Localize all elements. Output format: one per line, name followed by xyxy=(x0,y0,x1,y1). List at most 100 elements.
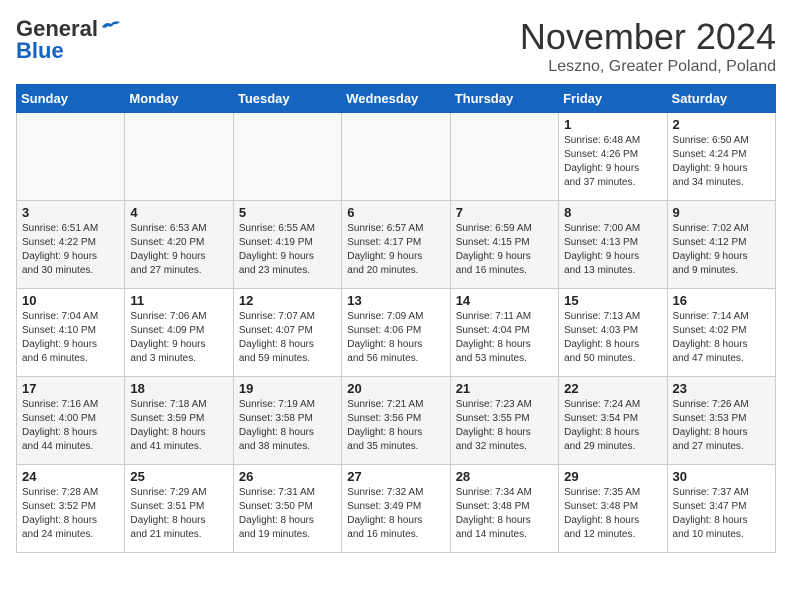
day-number: 3 xyxy=(22,205,119,220)
day-info: Sunrise: 7:11 AM Sunset: 4:04 PM Dayligh… xyxy=(456,310,553,366)
day-number: 21 xyxy=(456,381,553,396)
logo-bird-icon xyxy=(100,19,122,35)
calendar-week-row: 3 Sunrise: 6:51 AM Sunset: 4:22 PM Daylig… xyxy=(17,201,776,289)
weekday-header-row: SundayMondayTuesdayWednesdayThursdayFrid… xyxy=(17,85,776,113)
logo-blue: Blue xyxy=(16,38,64,64)
day-info: Sunrise: 7:31 AM Sunset: 3:50 PM Dayligh… xyxy=(239,486,336,542)
day-number: 19 xyxy=(239,381,336,396)
day-info: Sunrise: 6:48 AM Sunset: 4:26 PM Dayligh… xyxy=(564,134,661,190)
day-info: Sunrise: 7:16 AM Sunset: 4:00 PM Dayligh… xyxy=(22,398,119,454)
day-number: 27 xyxy=(347,469,444,484)
calendar-day-cell: 5 Sunrise: 6:55 AM Sunset: 4:19 PM Daylig… xyxy=(233,201,341,289)
day-info: Sunrise: 7:35 AM Sunset: 3:48 PM Dayligh… xyxy=(564,486,661,542)
calendar-day-cell: 29 Sunrise: 7:35 AM Sunset: 3:48 PM Dayli… xyxy=(559,465,667,553)
calendar-day-cell: 16 Sunrise: 7:14 AM Sunset: 4:02 PM Dayli… xyxy=(667,289,775,377)
day-info: Sunrise: 7:24 AM Sunset: 3:54 PM Dayligh… xyxy=(564,398,661,454)
calendar-day-cell: 18 Sunrise: 7:18 AM Sunset: 3:59 PM Dayli… xyxy=(125,377,233,465)
calendar-day-cell xyxy=(17,113,125,201)
calendar-day-cell: 24Sunrise: 7:28 AM Sunset: 3:52 PM Dayli… xyxy=(17,465,125,553)
calendar-day-cell: 25 Sunrise: 7:29 AM Sunset: 3:51 PM Dayli… xyxy=(125,465,233,553)
calendar-day-cell: 4 Sunrise: 6:53 AM Sunset: 4:20 PM Daylig… xyxy=(125,201,233,289)
day-info: Sunrise: 6:55 AM Sunset: 4:19 PM Dayligh… xyxy=(239,222,336,278)
calendar-day-cell: 3 Sunrise: 6:51 AM Sunset: 4:22 PM Daylig… xyxy=(17,201,125,289)
day-number: 25 xyxy=(130,469,227,484)
calendar-day-cell xyxy=(342,113,450,201)
day-number: 10 xyxy=(22,293,119,308)
day-info: Sunrise: 7:13 AM Sunset: 4:03 PM Dayligh… xyxy=(564,310,661,366)
day-number: 26 xyxy=(239,469,336,484)
weekday-header-sunday: Sunday xyxy=(17,85,125,113)
day-info: Sunrise: 7:09 AM Sunset: 4:06 PM Dayligh… xyxy=(347,310,444,366)
title-area: November 2024 Leszno, Greater Poland, Po… xyxy=(520,16,776,76)
day-number: 6 xyxy=(347,205,444,220)
location-title: Leszno, Greater Poland, Poland xyxy=(520,58,776,76)
day-info: Sunrise: 7:29 AM Sunset: 3:51 PM Dayligh… xyxy=(130,486,227,542)
day-number: 29 xyxy=(564,469,661,484)
calendar-day-cell: 30Sunrise: 7:37 AM Sunset: 3:47 PM Dayli… xyxy=(667,465,775,553)
day-number: 22 xyxy=(564,381,661,396)
calendar-week-row: 10 Sunrise: 7:04 AM Sunset: 4:10 PM Dayli… xyxy=(17,289,776,377)
day-info: Sunrise: 7:28 AM Sunset: 3:52 PM Dayligh… xyxy=(22,486,119,542)
calendar-day-cell: 8 Sunrise: 7:00 AM Sunset: 4:13 PM Daylig… xyxy=(559,201,667,289)
weekday-header-saturday: Saturday xyxy=(667,85,775,113)
day-info: Sunrise: 7:34 AM Sunset: 3:48 PM Dayligh… xyxy=(456,486,553,542)
day-number: 1 xyxy=(564,117,661,132)
calendar-day-cell: 26 Sunrise: 7:31 AM Sunset: 3:50 PM Dayli… xyxy=(233,465,341,553)
day-number: 9 xyxy=(673,205,770,220)
calendar-week-row: 17 Sunrise: 7:16 AM Sunset: 4:00 PM Dayli… xyxy=(17,377,776,465)
month-title: November 2024 xyxy=(520,16,776,58)
calendar-day-cell: 22 Sunrise: 7:24 AM Sunset: 3:54 PM Dayli… xyxy=(559,377,667,465)
day-info: Sunrise: 7:26 AM Sunset: 3:53 PM Dayligh… xyxy=(673,398,770,454)
header: General Blue November 2024 Leszno, Great… xyxy=(16,16,776,76)
day-info: Sunrise: 6:50 AM Sunset: 4:24 PM Dayligh… xyxy=(673,134,770,190)
day-info: Sunrise: 6:57 AM Sunset: 4:17 PM Dayligh… xyxy=(347,222,444,278)
calendar-day-cell xyxy=(233,113,341,201)
calendar-day-cell: 20 Sunrise: 7:21 AM Sunset: 3:56 PM Dayli… xyxy=(342,377,450,465)
day-number: 11 xyxy=(130,293,227,308)
day-info: Sunrise: 7:00 AM Sunset: 4:13 PM Dayligh… xyxy=(564,222,661,278)
calendar-day-cell xyxy=(125,113,233,201)
calendar-week-row: 24Sunrise: 7:28 AM Sunset: 3:52 PM Dayli… xyxy=(17,465,776,553)
day-info: Sunrise: 7:04 AM Sunset: 4:10 PM Dayligh… xyxy=(22,310,119,366)
day-number: 20 xyxy=(347,381,444,396)
day-number: 14 xyxy=(456,293,553,308)
calendar-table: SundayMondayTuesdayWednesdayThursdayFrid… xyxy=(16,84,776,553)
calendar-day-cell: 15Sunrise: 7:13 AM Sunset: 4:03 PM Dayli… xyxy=(559,289,667,377)
day-number: 18 xyxy=(130,381,227,396)
calendar-day-cell: 11 Sunrise: 7:06 AM Sunset: 4:09 PM Dayli… xyxy=(125,289,233,377)
day-info: Sunrise: 7:18 AM Sunset: 3:59 PM Dayligh… xyxy=(130,398,227,454)
weekday-header-wednesday: Wednesday xyxy=(342,85,450,113)
calendar-day-cell xyxy=(450,113,558,201)
day-info: Sunrise: 7:02 AM Sunset: 4:12 PM Dayligh… xyxy=(673,222,770,278)
day-info: Sunrise: 7:23 AM Sunset: 3:55 PM Dayligh… xyxy=(456,398,553,454)
weekday-header-friday: Friday xyxy=(559,85,667,113)
day-info: Sunrise: 7:07 AM Sunset: 4:07 PM Dayligh… xyxy=(239,310,336,366)
day-info: Sunrise: 6:53 AM Sunset: 4:20 PM Dayligh… xyxy=(130,222,227,278)
day-info: Sunrise: 7:14 AM Sunset: 4:02 PM Dayligh… xyxy=(673,310,770,366)
day-number: 23 xyxy=(673,381,770,396)
calendar-day-cell: 23 Sunrise: 7:26 AM Sunset: 3:53 PM Dayli… xyxy=(667,377,775,465)
day-number: 7 xyxy=(456,205,553,220)
calendar-day-cell: 19Sunrise: 7:19 AM Sunset: 3:58 PM Dayli… xyxy=(233,377,341,465)
day-info: Sunrise: 7:32 AM Sunset: 3:49 PM Dayligh… xyxy=(347,486,444,542)
calendar-day-cell: 1 Sunrise: 6:48 AM Sunset: 4:26 PM Daylig… xyxy=(559,113,667,201)
day-info: Sunrise: 7:21 AM Sunset: 3:56 PM Dayligh… xyxy=(347,398,444,454)
day-number: 30 xyxy=(673,469,770,484)
day-number: 16 xyxy=(673,293,770,308)
day-info: Sunrise: 7:06 AM Sunset: 4:09 PM Dayligh… xyxy=(130,310,227,366)
day-info: Sunrise: 6:51 AM Sunset: 4:22 PM Dayligh… xyxy=(22,222,119,278)
day-number: 8 xyxy=(564,205,661,220)
weekday-header-tuesday: Tuesday xyxy=(233,85,341,113)
day-number: 4 xyxy=(130,205,227,220)
calendar-day-cell: 14 Sunrise: 7:11 AM Sunset: 4:04 PM Dayli… xyxy=(450,289,558,377)
weekday-header-thursday: Thursday xyxy=(450,85,558,113)
calendar-day-cell: 27 Sunrise: 7:32 AM Sunset: 3:49 PM Dayli… xyxy=(342,465,450,553)
day-number: 13 xyxy=(347,293,444,308)
calendar-day-cell: 21 Sunrise: 7:23 AM Sunset: 3:55 PM Dayli… xyxy=(450,377,558,465)
day-number: 5 xyxy=(239,205,336,220)
logo: General Blue xyxy=(16,16,122,64)
day-number: 17 xyxy=(22,381,119,396)
day-number: 12 xyxy=(239,293,336,308)
day-info: Sunrise: 6:59 AM Sunset: 4:15 PM Dayligh… xyxy=(456,222,553,278)
weekday-header-monday: Monday xyxy=(125,85,233,113)
